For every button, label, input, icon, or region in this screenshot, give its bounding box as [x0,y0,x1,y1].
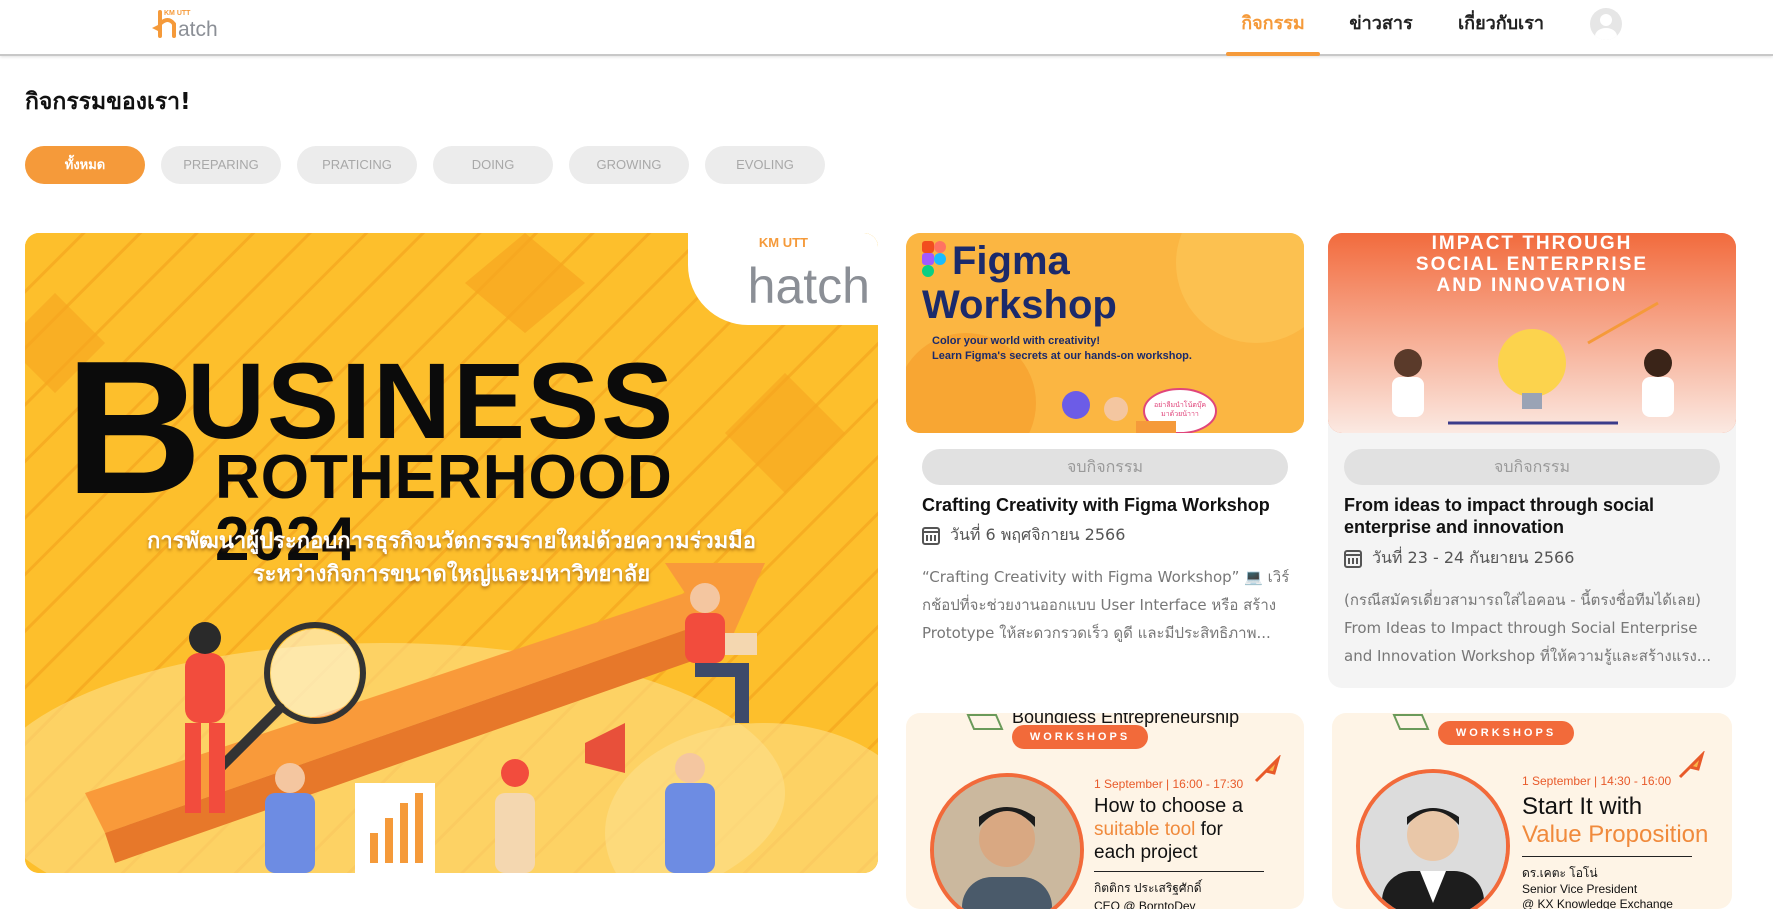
rocket-icon [1678,751,1705,779]
speaker-portrait-art [1360,773,1506,909]
document-icon [1392,714,1430,730]
event-date-text: วันที่ 23 - 24 กันยายน 2566 [1372,548,1575,567]
nav-about[interactable]: เกี่ยวกับเรา [1455,0,1547,56]
event-status-badge: จบกิจกรรม [1344,449,1720,485]
workshop-heading-highlight: suitable tool [1094,819,1196,840]
banner-logo-km: KM UTT [758,235,808,250]
featured-event-banner[interactable]: B USINESS ROTHERHOOD 2024 การพัฒนาผู้ประ… [25,233,878,873]
workshop-heading-highlight: Value Proposition [1522,821,1709,848]
page-title: กิจกรรมของเรา! [25,89,191,115]
svg-text:KM UTT: KM UTT [164,10,191,17]
banner-logo: KM UTT hatch [688,233,878,325]
event-title[interactable]: From ideas to impact through social ente… [1344,494,1704,538]
event-date: วันที่ 6 พฤศจิกายน 2566 [922,523,1125,548]
event-date-text: วันที่ 6 พฤศจิกายน 2566 [950,525,1126,544]
figma-thumb-title2: Workshop [922,283,1117,327]
workshop-heading-line1: How to choose a [1094,795,1243,817]
social-thumb-line2: SOCIAL ENTERPRISE [1415,254,1649,275]
event-description: “Crafting Creativity with Figma Workshop… [922,568,1290,642]
nav-news[interactable]: ข่าวสาร [1345,0,1417,56]
event-status-badge: จบกิจกรรม [922,449,1288,485]
banner-title-usiness: USINESS [187,340,676,461]
hatch-logo[interactable]: atch KM UTT [148,6,220,41]
speaker-portrait [930,773,1084,909]
speaker-portrait [1356,769,1510,909]
workshop-time: 1 September | 16:00 - 17:30 [1094,777,1244,791]
figma-thumb-line2: Learn Figma's secrets at our hands-on wo… [932,350,1192,362]
event-card-figma[interactable]: Figma Workshop Color your world with cre… [906,233,1304,673]
user-avatar-icon[interactable] [1590,8,1622,40]
calendar-icon [1344,549,1362,568]
workshop-card-value-proposition[interactable]: WORKSHOPS 1 September | 14:30 - 16:00 St… [1332,713,1732,909]
figma-thumb-title1: Figma [952,239,1070,283]
banner-logo-text: hatch [747,258,870,314]
workshop-tag: WORKSHOPS [1438,721,1574,745]
banner-subtitle-line2: ระหว่างกิจการขนาดใหญ่และมหาวิทยาลัย [252,562,651,587]
divider [1522,856,1692,857]
rocket-icon [1254,755,1281,783]
event-description: (กรณีสมัครเดี่ยวสามารถใส่ไอคอน - นี้ตรงช… [1344,591,1712,665]
event-date: วันที่ 23 - 24 กันยายน 2566 [1344,546,1574,571]
banner-title-b: B [65,322,203,534]
banner-subtitle-line1: การพัฒนาผู้ประกอบการธุรกิจนวัตกรรมรายใหม… [147,529,756,554]
speaker-portrait-art [934,777,1080,909]
speaker-name: กิตติกร ประเสริฐศักดิ์ [1094,881,1202,895]
event-thumbnail-social-enterprise: IMPACT THROUGH SOCIAL ENTERPRISE AND INN… [1328,233,1736,433]
figma-thumb-line1: Color your world with creativity! [932,335,1101,347]
filter-all[interactable]: ทั้งหมด [25,146,145,184]
social-thumb-heading: IMPACT THROUGH SOCIAL ENTERPRISE AND INN… [1328,233,1736,296]
filter-doing[interactable]: DOING [433,146,553,184]
workshop-time: 1 September | 14:30 - 16:00 [1522,774,1672,788]
speaker-role: CEO @ BorntoDev [1094,899,1196,909]
divider [1094,871,1264,872]
social-thumb-line1: IMPACT THROUGH [1431,233,1633,254]
filter-preparing[interactable]: PREPARING [161,146,281,184]
workshop-heading-line2: suitable tool for [1094,819,1223,841]
workshop-heading-suffix: for [1195,819,1223,840]
workshop-tag: WORKSHOPS [1012,725,1148,749]
top-header: atch KM UTT กิจกรรม ข่าวสาร เกี่ยวกับเรา [0,0,1773,56]
nav-activities[interactable]: กิจกรรม [1226,0,1320,56]
filter-growing[interactable]: GROWING [569,146,689,184]
filter-praticing[interactable]: PRATICING [297,146,417,184]
speaker-company: @ KX Knowledge Exchange [1522,897,1673,909]
event-title[interactable]: Crafting Creativity with Figma Workshop [922,494,1292,516]
figma-thumb-bubble: อย่าลืมนำโน้ตบุ๊คมาด้วยน้าาา [1153,401,1207,418]
speaker-name: ดร.เคตะ โอโน่ [1522,866,1598,880]
workshop-heading-line3: each project [1094,842,1198,863]
speaker-role: Senior Vice President [1522,882,1638,896]
svg-text:atch: atch [178,18,218,40]
workshop-card-choose-tool[interactable]: Boundless Entrepreneurship WORKSHOPS 1 S… [906,713,1304,909]
filter-evoling[interactable]: EVOLING [705,146,825,184]
calendar-icon [922,526,940,545]
social-thumb-line3: AND INNOVATION [1436,275,1628,296]
workshop-heading-line1: Start It with [1522,793,1643,820]
event-card-social-enterprise[interactable]: IMPACT THROUGH SOCIAL ENTERPRISE AND INN… [1328,233,1736,688]
document-icon [966,714,1004,730]
event-thumbnail-figma: Figma Workshop Color your world with cre… [906,233,1304,433]
